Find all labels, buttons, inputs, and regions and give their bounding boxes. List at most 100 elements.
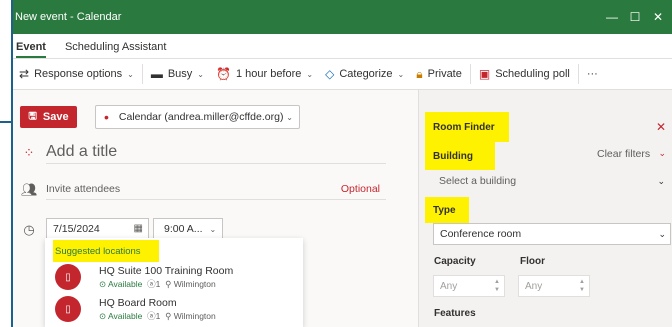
stepper-arrows-icon[interactable]: ▲ ▼ bbox=[579, 278, 585, 294]
chevron-down-icon[interactable]: ⌄ bbox=[658, 148, 666, 159]
scheduling-poll-button[interactable]: ▣ Scheduling poll bbox=[473, 59, 576, 89]
person-icon: ⓐ bbox=[147, 311, 156, 321]
capacity-stepper[interactable]: Any ▲ ▼ bbox=[433, 275, 505, 297]
attendees-input[interactable]: Invite attendees Optional bbox=[46, 178, 386, 200]
lock-icon: 🔒︎ bbox=[416, 66, 423, 81]
building-label: Building bbox=[425, 142, 495, 170]
room-finder-title: Room Finder bbox=[425, 112, 509, 142]
available-check-icon: ⊙ bbox=[99, 311, 107, 321]
scheduling-poll-label: Scheduling poll bbox=[495, 68, 570, 80]
room-capacity: 1 bbox=[155, 311, 161, 321]
calendar-name: Calendar (andrea.miller@cffde.org) bbox=[118, 111, 284, 123]
categorize-label: Categorize bbox=[339, 68, 393, 80]
building-placeholder: Select a building bbox=[439, 175, 517, 187]
title-input[interactable]: Add a title bbox=[46, 140, 386, 164]
private-button[interactable]: 🔒︎ Private bbox=[410, 59, 468, 89]
chevron-down-icon: ⌄ bbox=[127, 69, 134, 79]
location-pin-icon: ⚲ bbox=[165, 279, 172, 289]
attendees-placeholder: Invite attendees bbox=[46, 182, 121, 195]
tab-scheduling-assistant[interactable]: Scheduling Assistant bbox=[62, 41, 171, 58]
room-status: Available bbox=[108, 279, 143, 289]
room-finder-pane: Room Finder ✕ Building Clear filters ⌄ S… bbox=[418, 90, 672, 327]
floor-value: Any bbox=[525, 280, 543, 292]
reminder-label: 1 hour before bbox=[235, 68, 302, 80]
person-icon: ⓐ bbox=[147, 279, 156, 289]
suggested-locations-dropdown: Suggested locations ▯ HQ Suite 100 Train… bbox=[45, 238, 303, 327]
more-options-button[interactable]: ··· bbox=[581, 59, 604, 89]
room-name: HQ Suite 100 Training Room bbox=[99, 265, 234, 277]
floor-label: Floor bbox=[520, 256, 545, 267]
calendar-color-dot: • bbox=[104, 109, 109, 125]
poll-icon: ▣ bbox=[478, 67, 491, 81]
people-icon: 👥︎ bbox=[21, 182, 38, 197]
room-meta: ⊙ Available ⓐ1 ⚲ Wilmington bbox=[99, 310, 216, 322]
room-meta: ⊙ Available ⓐ1 ⚲ Wilmington bbox=[99, 278, 216, 290]
type-select[interactable]: Conference room ⌄ bbox=[433, 223, 671, 245]
building-select[interactable]: Select a building ⌄ bbox=[427, 170, 671, 192]
chevron-down-icon: ⌄ bbox=[286, 112, 293, 122]
busy-button[interactable]: ▬ Busy ⌄ bbox=[145, 59, 210, 89]
window-title: New event - Calendar bbox=[15, 11, 122, 23]
chevron-down-icon: ⌄ bbox=[658, 228, 666, 239]
close-icon[interactable]: ✕ bbox=[656, 120, 666, 134]
toolbar: ⇄ Response options ⌄ ▬ Busy ⌄ ⏰ 1 hour b… bbox=[13, 58, 672, 90]
start-date-value: 7/15/2024 bbox=[53, 222, 100, 235]
toolbar-divider bbox=[577, 64, 579, 84]
chevron-down-icon: ⌄ bbox=[397, 69, 405, 79]
capacity-value: Any bbox=[440, 280, 458, 292]
title-bar: New event - Calendar — ☐ ✕ bbox=[13, 0, 672, 34]
room-location: Wilmington bbox=[173, 279, 216, 289]
chevron-down-icon: ⌄ bbox=[197, 69, 204, 79]
save-button[interactable]: 🖫︎ Save bbox=[20, 106, 77, 128]
tab-bar: Event Scheduling Assistant bbox=[13, 34, 672, 58]
features-label: Features bbox=[434, 308, 476, 319]
floor-stepper[interactable]: Any ▲ ▼ bbox=[518, 275, 590, 297]
optional-link[interactable]: Optional bbox=[341, 183, 380, 195]
window-left-edge bbox=[0, 0, 13, 327]
busy-label: Busy bbox=[167, 68, 193, 80]
room-location: Wilmington bbox=[173, 311, 216, 321]
briefcase-icon: ▬ bbox=[150, 67, 163, 81]
room-capacity: 1 bbox=[155, 279, 161, 289]
alarm-clock-icon: ⏰ bbox=[216, 67, 231, 81]
start-date-field[interactable]: 7/15/2024 ▦ bbox=[46, 218, 149, 240]
save-icon: 🖫︎ bbox=[28, 110, 37, 122]
response-options-icon: ⇄ bbox=[19, 67, 30, 81]
toolbar-divider bbox=[141, 64, 143, 84]
start-time-value: 9:00 A... bbox=[164, 223, 203, 235]
clock-icon: ◷ bbox=[23, 222, 35, 237]
list-item[interactable]: ▯ HQ Suite 100 Training Room ⊙ Available… bbox=[53, 262, 298, 292]
title-icon: ⁘ bbox=[23, 145, 35, 160]
type-value: Conference room bbox=[440, 228, 522, 240]
chevron-down-icon: ⌄ bbox=[209, 224, 217, 234]
room-icon: ▯ bbox=[55, 296, 81, 322]
capacity-label: Capacity bbox=[434, 256, 476, 267]
chevron-down-icon: ⌄ bbox=[306, 69, 314, 79]
event-form: 🖫︎ Save • Calendar (andrea.miller@cffde.… bbox=[13, 90, 418, 327]
private-label: Private bbox=[427, 68, 462, 80]
close-window-icon[interactable]: ✕ bbox=[640, 0, 672, 34]
list-item[interactable]: ▯ HQ Board Room ⊙ Available ⓐ1 ⚲ Wilming… bbox=[53, 294, 298, 324]
start-time-field[interactable]: 9:00 A... ⌄ bbox=[153, 218, 223, 240]
tab-event[interactable]: Event bbox=[13, 41, 50, 58]
suggested-locations-header: Suggested locations bbox=[53, 240, 159, 262]
room-name: HQ Board Room bbox=[99, 297, 177, 309]
tag-icon: ◇ bbox=[325, 67, 335, 81]
categorize-button[interactable]: ◇ Categorize ⌄ bbox=[319, 59, 410, 89]
type-label: Type bbox=[425, 197, 469, 223]
left-edge-tick bbox=[0, 121, 13, 123]
room-status: Available bbox=[108, 311, 143, 321]
save-label: Save bbox=[42, 111, 69, 123]
room-icon: ▯ bbox=[55, 264, 81, 290]
response-options-button[interactable]: ⇄ Response options ⌄ bbox=[13, 59, 140, 89]
stepper-arrows-icon[interactable]: ▲ ▼ bbox=[494, 278, 500, 294]
toolbar-divider bbox=[469, 64, 471, 84]
response-options-label: Response options bbox=[34, 68, 123, 80]
chevron-down-icon: ⌄ bbox=[657, 175, 665, 186]
available-check-icon: ⊙ bbox=[99, 279, 107, 289]
calendar-select[interactable]: • Calendar (andrea.miller@cffde.org) ⌄ bbox=[95, 105, 300, 129]
calendar-icon[interactable]: ▦ bbox=[134, 223, 143, 234]
clear-filters-button[interactable]: Clear filters bbox=[597, 148, 650, 160]
location-pin-icon: ⚲ bbox=[165, 311, 172, 321]
reminder-button[interactable]: ⏰ 1 hour before ⌄ bbox=[210, 59, 319, 89]
